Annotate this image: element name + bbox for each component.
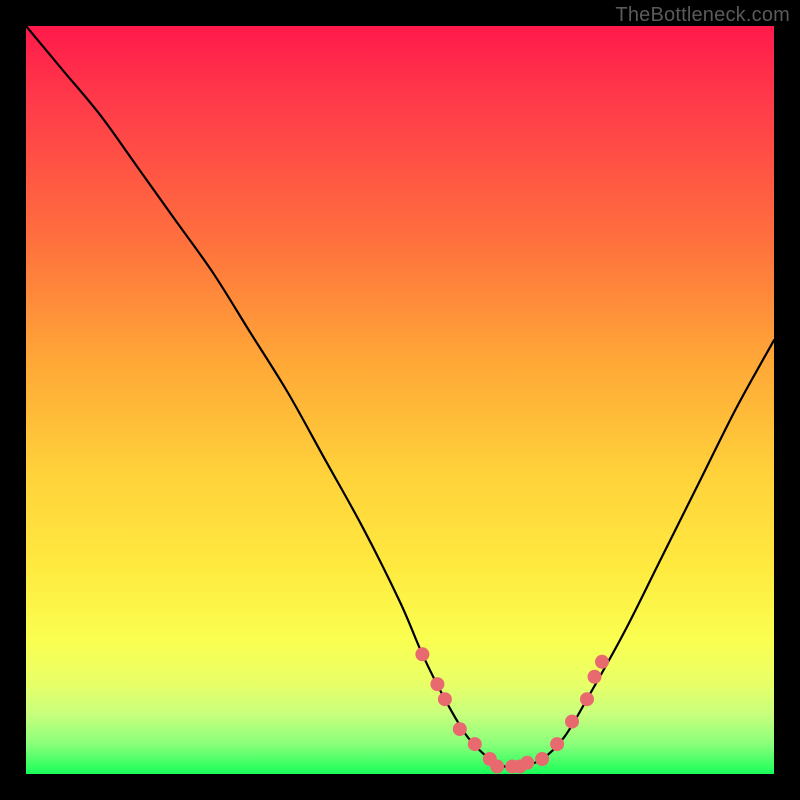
chart-frame: TheBottleneck.com bbox=[0, 0, 800, 800]
marker-point bbox=[595, 655, 609, 669]
marker-point bbox=[520, 756, 534, 770]
marker-point bbox=[490, 760, 504, 774]
chart-plot-area bbox=[26, 26, 774, 774]
marker-point bbox=[415, 647, 429, 661]
marker-point bbox=[565, 715, 579, 729]
marker-point bbox=[453, 722, 467, 736]
marker-point bbox=[550, 737, 564, 751]
marker-point bbox=[468, 737, 482, 751]
marker-point bbox=[438, 692, 452, 706]
marker-point bbox=[430, 677, 444, 691]
watermark-text: TheBottleneck.com bbox=[615, 4, 790, 27]
marker-point bbox=[535, 752, 549, 766]
chart-svg bbox=[26, 26, 774, 774]
bottleneck-curve bbox=[26, 26, 774, 767]
marker-point bbox=[580, 692, 594, 706]
marker-point bbox=[588, 670, 602, 684]
